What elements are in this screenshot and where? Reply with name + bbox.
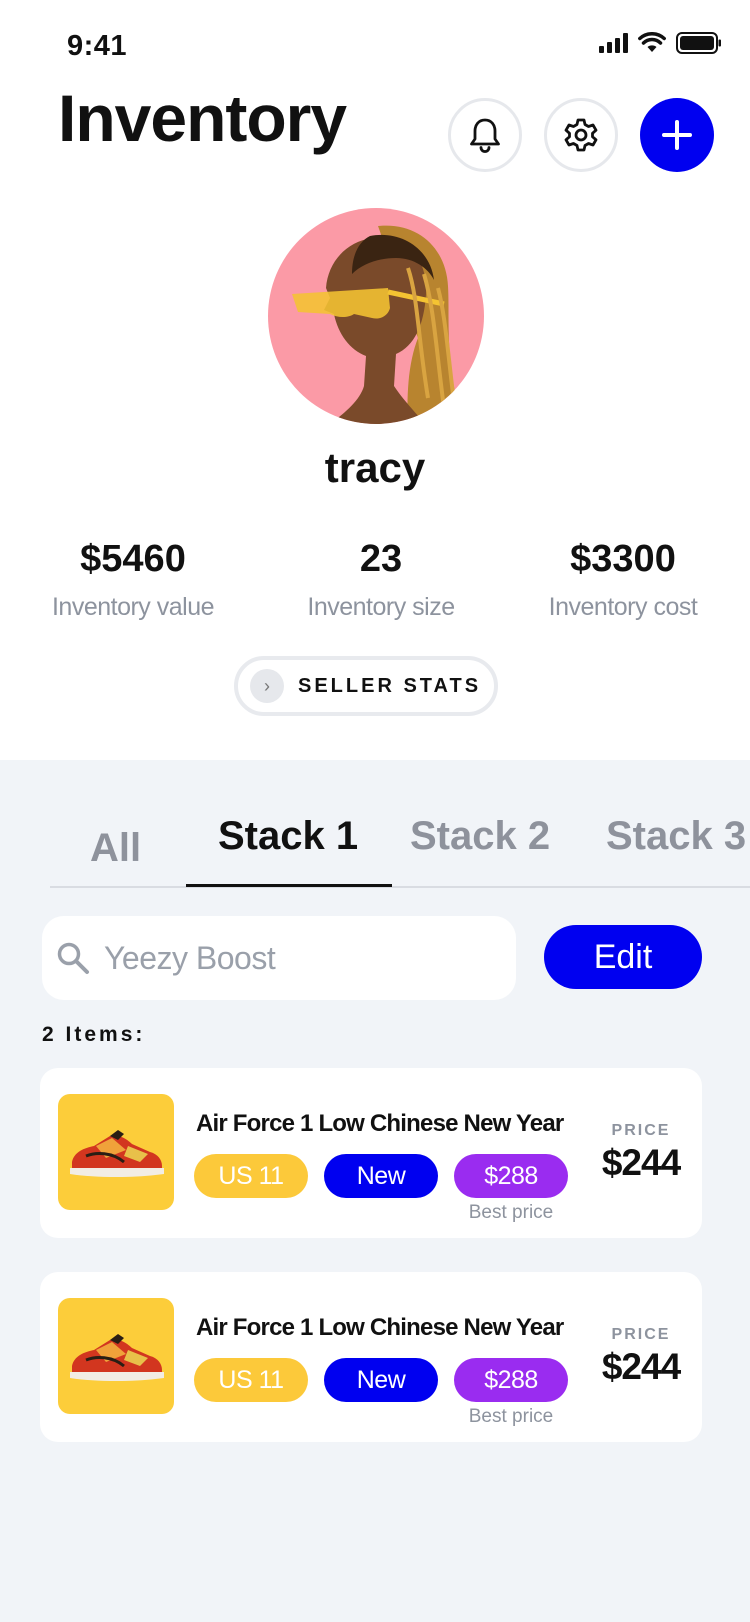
stat-value: $3300 <box>570 538 676 580</box>
battery-icon <box>676 32 721 54</box>
tab-stack-2[interactable]: Stack 2 <box>410 814 550 859</box>
item-thumbnail <box>58 1094 174 1210</box>
stack-tabs: All Stack 1 Stack 2 Stack 3 <box>50 814 750 888</box>
chevron-right-icon: › <box>250 669 284 703</box>
notifications-button[interactable] <box>448 98 522 172</box>
gear-icon <box>564 118 598 152</box>
stat-label: Inventory cost <box>548 593 698 621</box>
stat-inventory-cost: $3300 Inventory cost <box>498 538 748 622</box>
price-value: $244 <box>601 1346 681 1387</box>
tab-stack-3[interactable]: Stack 3 <box>606 814 746 859</box>
size-badge: US 11 <box>194 1154 308 1198</box>
stat-value: 23 <box>359 538 403 580</box>
edit-button[interactable]: Edit <box>544 925 702 989</box>
search-bar[interactable] <box>42 916 516 1000</box>
inventory-item-card[interactable]: Air Force 1 Low Chinese New Year US 11 N… <box>40 1068 702 1238</box>
search-icon <box>57 942 89 974</box>
search-input[interactable] <box>104 939 484 977</box>
size-badge: US 11 <box>194 1358 308 1402</box>
seller-stats-label: SELLER STATS <box>298 674 482 697</box>
best-price-badge: $288 <box>454 1154 568 1198</box>
page-title: Inventory <box>58 81 347 155</box>
condition-badge: New <box>324 1358 438 1402</box>
stat-value: $5460 <box>80 538 186 580</box>
price-value: $244 <box>601 1142 681 1183</box>
cellular-signal-icon <box>599 33 628 53</box>
bell-icon <box>470 118 500 153</box>
tab-stack-1[interactable]: Stack 1 <box>218 814 358 859</box>
price-label: PRICE <box>611 1326 671 1343</box>
seller-stats-button[interactable]: › SELLER STATS <box>234 656 498 716</box>
price-label: PRICE <box>611 1122 671 1139</box>
best-price-label: Best price <box>468 1202 554 1223</box>
settings-button[interactable] <box>544 98 618 172</box>
avatar[interactable] <box>268 208 484 424</box>
username: tracy <box>324 444 426 491</box>
item-name: Air Force 1 Low Chinese New Year <box>196 1110 564 1137</box>
tab-all[interactable]: All <box>90 826 141 871</box>
wifi-icon <box>638 32 666 52</box>
items-count: 2 Items: <box>42 1023 146 1046</box>
plus-icon <box>662 120 692 150</box>
stat-label: Inventory size <box>307 593 455 621</box>
sneaker-image <box>70 1130 164 1177</box>
add-item-button[interactable] <box>640 98 714 172</box>
active-tab-indicator <box>186 884 392 887</box>
status-icons <box>599 32 722 54</box>
stat-label: Inventory value <box>51 593 215 621</box>
best-price-badge: $288 <box>454 1358 568 1402</box>
sneaker-image <box>70 1334 164 1381</box>
stat-inventory-size: 23 Inventory size <box>256 538 506 622</box>
status-time: 9:41 <box>67 30 128 62</box>
best-price-label: Best price <box>468 1406 554 1427</box>
avatar-portrait <box>292 225 464 424</box>
item-thumbnail <box>58 1298 174 1414</box>
inventory-item-card[interactable]: Air Force 1 Low Chinese New Year US 11 N… <box>40 1272 702 1442</box>
stat-inventory-value: $5460 Inventory value <box>8 538 258 622</box>
item-name: Air Force 1 Low Chinese New Year <box>196 1314 564 1341</box>
condition-badge: New <box>324 1154 438 1198</box>
